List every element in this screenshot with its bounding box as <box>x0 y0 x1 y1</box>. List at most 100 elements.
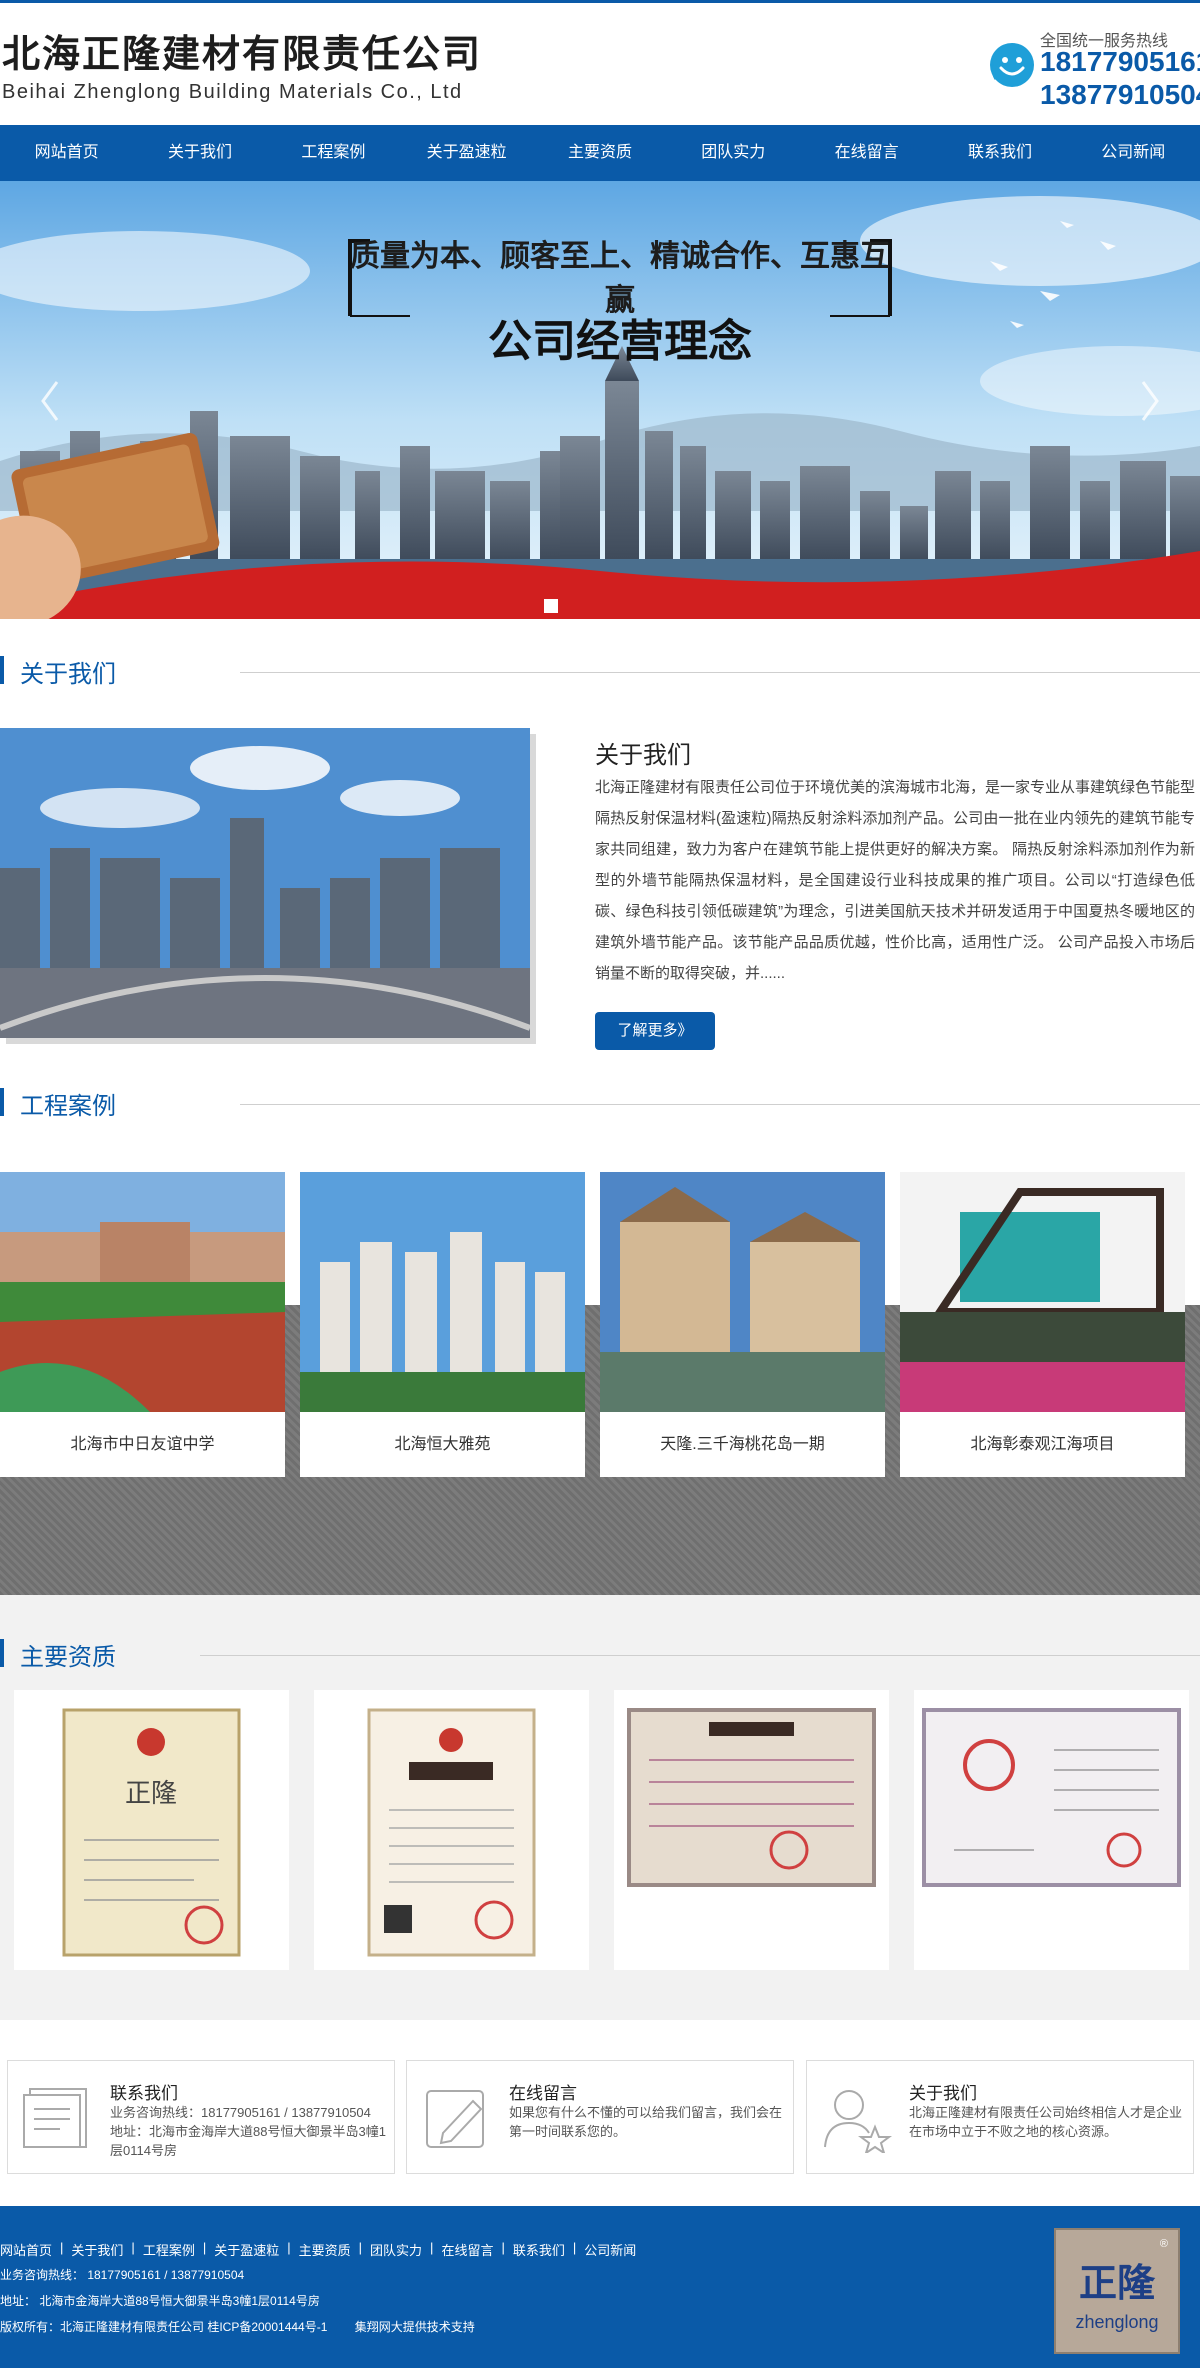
footer-tech-support[interactable]: 集翔网大提供技术支持 <box>355 2320 475 2334</box>
footer-logo-en: zhenglong <box>1075 2312 1159 2332</box>
user-star-icon <box>824 2090 892 2153</box>
footer-nav-separator: | <box>430 2240 434 2255</box>
qualifications-section-title: 主要资质 <box>0 1635 1200 1671</box>
footer-nav-product[interactable]: 关于盈速粒 <box>214 2240 279 2259</box>
footer-nav-team[interactable]: 团队实力 <box>370 2240 422 2259</box>
footer-nav: 网站首页 | 关于我们 | 工程案例 | 关于盈速粒 | 主要资质 | 团队实力 | 在线留… <box>0 2240 636 2259</box>
chevron-right-icon[interactable] <box>1135 376 1165 426</box>
banner-pagination <box>526 599 558 613</box>
account-permit-image <box>627 1708 876 1887</box>
case-name: 北海彰泰观江海项目 <box>970 1436 1115 1453</box>
case-image <box>900 1172 1185 1412</box>
about-info-box[interactable]: 关于我们 北海正隆建材有限责任公司始终相信人才是企业在市场中立于不败之地的核心资… <box>806 2060 1194 2174</box>
smiley-phone-icon <box>990 43 1034 87</box>
company-name-cn[interactable]: 北海正隆建材有限责任公司 <box>2 23 482 78</box>
certificate-card[interactable]: 正隆 <box>14 1690 289 1970</box>
about-more-button[interactable]: 了解更多》 <box>595 1012 715 1050</box>
nav-item-news[interactable]: 公司新闻 <box>1067 125 1200 181</box>
about-box-title: 关于我们 <box>909 2084 977 2103</box>
contact-hotline: 业务咨询热线：18177905161 / 13877910504 <box>110 2105 371 2120</box>
site-header: 北海正隆建材有限责任公司 Beihai Zhenglong Building M… <box>0 3 1200 125</box>
footer-nav-separator: | <box>202 2240 207 2255</box>
footer-logo-cn: 正隆 <box>1078 2260 1155 2305</box>
message-title: 在线留言 <box>509 2084 577 2103</box>
document-icon <box>23 2088 87 2148</box>
chevron-left-icon[interactable] <box>35 376 65 426</box>
nav-item-home[interactable]: 网站首页 <box>0 125 133 181</box>
case-card[interactable]: 北海彰泰观江海项目 <box>900 1172 1185 1477</box>
edit-icon <box>426 2090 484 2148</box>
contact-title: 联系我们 <box>110 2084 178 2103</box>
footer-nav-separator: | <box>60 2240 64 2255</box>
nav-item-team[interactable]: 团队实力 <box>667 125 800 181</box>
about-box-body: 北海正隆建材有限责任公司始终相信人才是企业在市场中立于不败之地的核心资源。 <box>909 2105 1183 2139</box>
cases-section-title: 工程案例 <box>0 1084 1200 1120</box>
about-section-title: 关于我们 <box>0 652 1200 688</box>
contact-body: 业务咨询热线：18177905161 / 13877910504 地址：北海市金… <box>110 2103 390 2160</box>
message-info-box[interactable]: 在线留言 如果您有什么不懂的可以给我们留言，我们会在第一时间联系您的。 <box>406 2060 794 2174</box>
footer-nav-news[interactable]: 公司新闻 <box>584 2240 636 2259</box>
about-city-image <box>0 728 530 1038</box>
footer-nav-message[interactable]: 在线留言 <box>441 2240 493 2259</box>
nav-item-qualifications[interactable]: 主要资质 <box>533 125 666 181</box>
title-accent-bar <box>0 1088 4 1116</box>
banner-slogan: 质量为本、顾客至上、精诚合作、互惠互赢 公司经营理念 <box>330 231 910 371</box>
footer-logo: ® 正隆 zhenglong <box>1054 2228 1180 2354</box>
footer-address: 地址： 北海市金海岸大道88号恒大御景半岛3幢1层0114号房 <box>0 2294 320 2308</box>
nav-item-about[interactable]: 关于我们 <box>133 125 266 181</box>
footer-nav-separator: | <box>501 2240 505 2255</box>
footer-nav-home[interactable]: 网站首页 <box>0 2240 52 2259</box>
case-card[interactable]: 北海恒大雅苑 <box>300 1172 585 1477</box>
about-heading: 关于我们 <box>595 742 691 769</box>
case-name: 北海市中日友谊中学 <box>70 1436 215 1453</box>
organization-code-certificate-image <box>922 1708 1181 1887</box>
case-image <box>600 1172 885 1412</box>
trademark-certificate-image: 正隆 <box>62 1708 241 1957</box>
footer-nav-about[interactable]: 关于我们 <box>71 2240 123 2259</box>
contact-address: 地址：北海市金海岸大道88号恒大御景半岛3幢1层0114号房 <box>110 2124 386 2158</box>
footer-hotline: 业务咨询热线： 18177905161 / 13877910504 <box>0 2268 245 2282</box>
case-name: 北海恒大雅苑 <box>394 1436 491 1453</box>
message-body: 如果您有什么不懂的可以给我们留言，我们会在第一时间联系您的。 <box>509 2105 783 2139</box>
certificate-card[interactable] <box>914 1690 1189 1970</box>
footer-nav-separator: | <box>131 2240 135 2255</box>
certificate-card[interactable] <box>314 1690 589 1970</box>
footer-copyright: 版权所有：北海正隆建材有限责任公司 桂ICP备20001444号-1 <box>0 2320 328 2334</box>
nav-item-product[interactable]: 关于盈速粒 <box>400 125 533 181</box>
business-license-image <box>367 1708 536 1957</box>
title-divider <box>240 1104 1200 1105</box>
site-footer: 网站首页 | 关于我们 | 工程案例 | 关于盈速粒 | 主要资质 | 团队实力 | 在线留… <box>0 2206 1200 2368</box>
title-divider <box>240 672 1200 673</box>
banner-dot-2[interactable] <box>544 599 558 613</box>
registered-mark: ® <box>1159 2238 1168 2250</box>
case-card[interactable]: 北海市中日友谊中学 <box>0 1172 285 1477</box>
footer-nav-separator: | <box>358 2240 363 2255</box>
case-image <box>0 1172 285 1412</box>
title-divider <box>200 1655 1200 1656</box>
case-name: 天隆.三千海桃花岛一期 <box>660 1436 825 1453</box>
hotline-number-1: 18177905161 <box>1040 46 1200 77</box>
nav-item-cases[interactable]: 工程案例 <box>267 125 400 181</box>
contact-info-box[interactable]: 联系我们 业务咨询热线：18177905161 / 13877910504 地址… <box>7 2060 395 2174</box>
footer-nav-separator: | <box>572 2240 577 2255</box>
cases-section-title-text: 工程案例 <box>20 1093 116 1120</box>
title-accent-bar <box>0 1639 4 1667</box>
banner-dot-1[interactable] <box>526 599 540 613</box>
footer-nav-separator: | <box>287 2240 291 2255</box>
slogan-main-text: 公司经营理念 <box>488 316 752 367</box>
hero-banner: 质量为本、顾客至上、精诚合作、互惠互赢 公司经营理念 <box>0 181 1200 619</box>
nav-item-message[interactable]: 在线留言 <box>800 125 933 181</box>
nav-item-contact[interactable]: 联系我们 <box>933 125 1066 181</box>
footer-copyright-line: 版权所有：北海正隆建材有限责任公司 桂ICP备20001444号-1 集翔网大提… <box>0 2318 475 2335</box>
case-card[interactable]: 天隆.三千海桃花岛一期 <box>600 1172 885 1477</box>
certificate-mark: 正隆 <box>125 1779 177 1809</box>
about-section-title-text: 关于我们 <box>20 661 116 688</box>
title-accent-bar <box>0 656 4 684</box>
certificate-card[interactable] <box>614 1690 889 1970</box>
footer-nav-qualifications[interactable]: 主要资质 <box>299 2240 351 2259</box>
company-name-en: Beihai Zhenglong Building Materials Co.,… <box>2 81 463 103</box>
main-nav: 网站首页 关于我们 工程案例 关于盈速粒 主要资质 团队实力 在线留言 联系我们… <box>0 125 1200 181</box>
footer-nav-contact[interactable]: 联系我们 <box>513 2240 565 2259</box>
case-image <box>300 1172 585 1412</box>
footer-nav-cases[interactable]: 工程案例 <box>143 2240 195 2259</box>
